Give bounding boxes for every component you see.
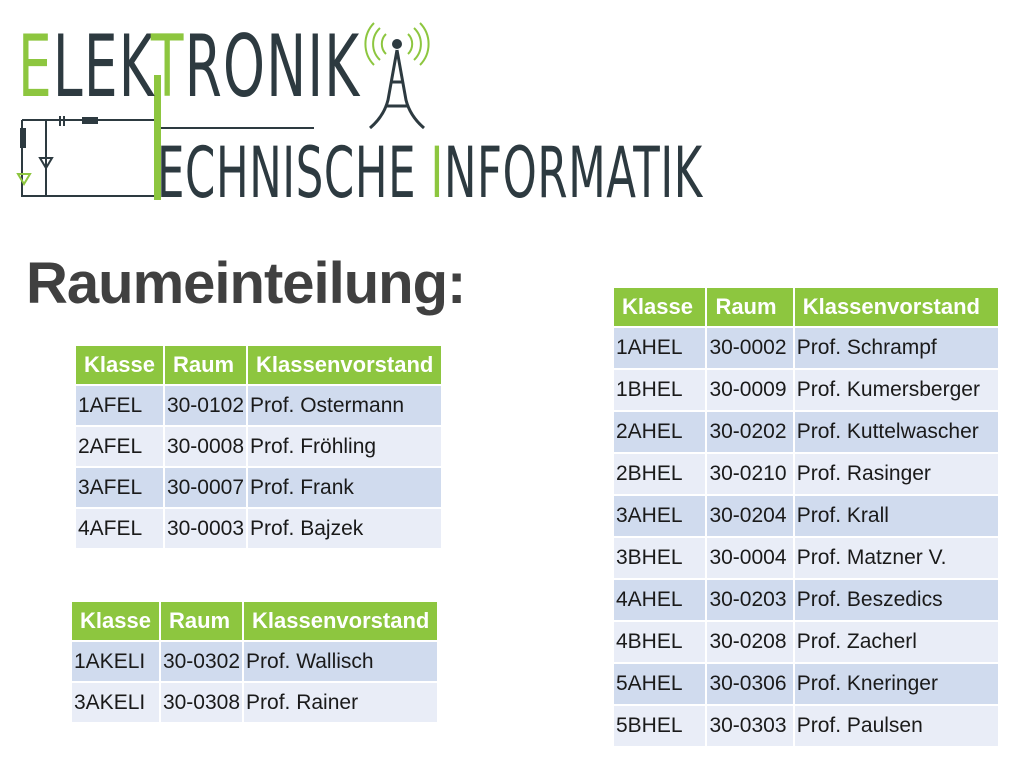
cell-raum: 30-0303: [707, 706, 793, 746]
cell-klasse: 3AHEL: [614, 496, 706, 536]
cell-klasse: 2AHEL: [614, 412, 706, 452]
cell-raum: 30-0009: [707, 370, 793, 410]
column-header-klasse: Klasse: [72, 602, 159, 640]
cell-raum: 30-0208: [707, 622, 793, 662]
cell-klassenvorstand: Prof. Krall: [794, 496, 998, 536]
cell-klasse: 3AKELI: [72, 683, 159, 722]
logo: ELEKTRONIK ECHNISCHE INFORMATIK: [14, 17, 702, 209]
cell-raum: 30-0102: [164, 386, 247, 425]
resistor-icon: [20, 128, 26, 148]
cell-klassenvorstand: Prof. Schrampf: [794, 328, 998, 368]
table-header-row: Klasse Raum Klassenvorstand: [72, 602, 438, 640]
table-row: 2AFEL 30-0008 Prof. Fröhling: [76, 427, 442, 466]
cell-klassenvorstand: Prof. Paulsen: [794, 706, 998, 746]
cell-raum: 30-0306: [707, 664, 793, 704]
led-icon: [16, 173, 32, 186]
cell-raum: 30-0204: [707, 496, 793, 536]
cell-klasse: 1AKELI: [72, 642, 159, 681]
cell-raum: 30-0008: [164, 427, 247, 466]
table-row: 5BHEL 30-0303 Prof. Paulsen: [614, 706, 998, 746]
table-row: 1AHEL 30-0002 Prof. Schrampf: [614, 328, 998, 368]
column-header-klassenvorstand: Klassenvorstand: [794, 288, 998, 326]
cell-raum: 30-0302: [160, 642, 243, 681]
cell-klassenvorstand: Prof. Kumersberger: [794, 370, 998, 410]
logo-text-elektronik: ELEKTRONIK: [18, 17, 361, 117]
cell-raum: 30-0003: [164, 509, 247, 548]
logo-text-technische-informatik: ECHNISCHE INFORMATIK: [157, 132, 703, 214]
table-header-row: Klasse Raum Klassenvorstand: [76, 346, 442, 384]
cell-klassenvorstand: Prof. Rainer: [244, 683, 438, 722]
table-row: 5AHEL 30-0306 Prof. Kneringer: [614, 664, 998, 704]
table-row: 2BHEL 30-0210 Prof. Rasinger: [614, 454, 998, 494]
table-row: 4AFEL 30-0003 Prof. Bajzek: [76, 509, 442, 548]
table-row: 3AHEL 30-0204 Prof. Krall: [614, 496, 998, 536]
cell-klasse: 2BHEL: [614, 454, 706, 494]
table-row: 3AFEL 30-0007 Prof. Frank: [76, 468, 442, 507]
table-row: 3BHEL 30-0004 Prof. Matzner V.: [614, 538, 998, 578]
column-header-klassenvorstand: Klassenvorstand: [244, 602, 438, 640]
table-row: 4AHEL 30-0203 Prof. Beszedics: [614, 580, 998, 620]
page-title: Raumeinteilung:: [26, 251, 466, 316]
table-row: 4BHEL 30-0208 Prof. Zacherl: [614, 622, 998, 662]
cell-klasse: 1BHEL: [614, 370, 706, 410]
cell-klassenvorstand: Prof. Rasinger: [794, 454, 998, 494]
table-row: 1AKELI 30-0302 Prof. Wallisch: [72, 642, 438, 681]
cell-klassenvorstand: Prof. Ostermann: [248, 386, 442, 425]
cell-klasse: 1AHEL: [614, 328, 706, 368]
cell-klassenvorstand: Prof. Kuttelwascher: [794, 412, 998, 452]
column-header-klassenvorstand: Klassenvorstand: [248, 346, 442, 384]
cell-klassenvorstand: Prof. Kneringer: [794, 664, 998, 704]
cell-klasse: 5BHEL: [614, 706, 706, 746]
cell-klassenvorstand: Prof. Frank: [248, 468, 442, 507]
column-header-raum: Raum: [707, 288, 793, 326]
cell-klassenvorstand: Prof. Wallisch: [244, 642, 438, 681]
cell-klasse: 4AFEL: [76, 509, 163, 548]
cell-raum: 30-0210: [707, 454, 793, 494]
cell-klassenvorstand: Prof. Beszedics: [794, 580, 998, 620]
column-header-klasse: Klasse: [76, 346, 163, 384]
cell-raum: 30-0004: [707, 538, 793, 578]
cell-klassenvorstand: Prof. Fröhling: [248, 427, 442, 466]
cell-klasse: 4AHEL: [614, 580, 706, 620]
column-header-klasse: Klasse: [614, 288, 706, 326]
cell-klasse: 4BHEL: [614, 622, 706, 662]
room-table-hel: Klasse Raum Klassenvorstand 1AHEL 30-0002…: [612, 286, 1000, 748]
cell-raum: 30-0007: [164, 468, 247, 507]
capacitor-icon: [82, 117, 98, 124]
cell-klassenvorstand: Prof. Zacherl: [794, 622, 998, 662]
cell-raum: 30-0002: [707, 328, 793, 368]
cell-raum: 30-0202: [707, 412, 793, 452]
cell-klasse: 2AFEL: [76, 427, 163, 466]
table-row: 1AFEL 30-0102 Prof. Ostermann: [76, 386, 442, 425]
table-header-row: Klasse Raum Klassenvorstand: [614, 288, 998, 326]
cell-klasse: 5AHEL: [614, 664, 706, 704]
cell-klassenvorstand: Prof. Bajzek: [248, 509, 442, 548]
cell-klasse: 3BHEL: [614, 538, 706, 578]
antenna-tower-icon: [364, 22, 430, 130]
room-table-afel: Klasse Raum Klassenvorstand 1AFEL 30-0102…: [74, 344, 443, 550]
table-row: 1BHEL 30-0009 Prof. Kumersberger: [614, 370, 998, 410]
cell-raum: 30-0203: [707, 580, 793, 620]
column-header-raum: Raum: [160, 602, 243, 640]
column-header-raum: Raum: [164, 346, 247, 384]
table-row: 2AHEL 30-0202 Prof. Kuttelwascher: [614, 412, 998, 452]
table-row: 3AKELI 30-0308 Prof. Rainer: [72, 683, 438, 722]
cell-klasse: 3AFEL: [76, 468, 163, 507]
cell-klassenvorstand: Prof. Matzner V.: [794, 538, 998, 578]
room-table-keli: Klasse Raum Klassenvorstand 1AKELI 30-030…: [70, 600, 439, 724]
cell-raum: 30-0308: [160, 683, 243, 722]
cell-klasse: 1AFEL: [76, 386, 163, 425]
